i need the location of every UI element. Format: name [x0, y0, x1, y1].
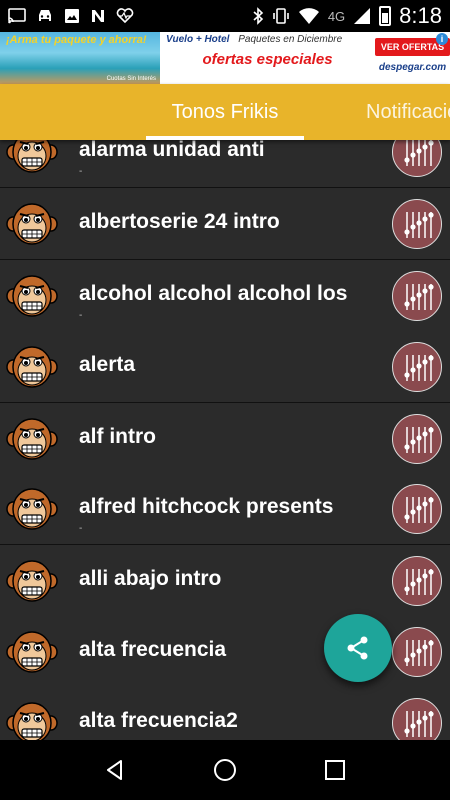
ad-line1-text: Paquetes en Diciembre — [238, 34, 343, 45]
list-item-subtitle: - — [79, 310, 83, 321]
signal-icon — [353, 7, 371, 25]
navigation-bar — [0, 740, 450, 800]
n-icon — [90, 8, 106, 24]
car-icon — [36, 8, 54, 24]
share-icon — [347, 636, 368, 660]
cast-icon — [8, 8, 26, 24]
monkey-icon — [6, 417, 58, 461]
monkey-icon — [6, 630, 58, 674]
tab-bar: Tonos Frikis Notificaciones — [0, 84, 450, 140]
list-item[interactable]: alf intro — [0, 403, 450, 475]
home-icon[interactable] — [205, 750, 245, 790]
list-item[interactable]: alcohol alcohol alcohol los - — [0, 260, 450, 332]
tab-notificaciones[interactable]: Notificaciones — [356, 84, 450, 140]
ad-small-print: Cuotas Sin Interés — [106, 76, 156, 82]
list-item[interactable]: alta frecuencia2 — [0, 687, 450, 740]
list-item-subtitle: - — [79, 523, 83, 534]
equalizer-icon[interactable] — [392, 556, 442, 606]
equalizer-icon[interactable] — [392, 484, 442, 534]
ad-offer: ofertas especiales — [202, 51, 333, 68]
equalizer-icon[interactable] — [392, 199, 442, 249]
ad-brand: despegar.com — [378, 62, 447, 73]
monkey-icon — [6, 274, 58, 318]
ad-info-icon[interactable]: i — [436, 33, 448, 45]
recents-icon[interactable] — [315, 750, 355, 790]
list-item-subtitle: - — [79, 166, 83, 177]
list-item[interactable]: alli abajo intro — [0, 545, 450, 617]
status-bar: 4G 8:18 — [0, 0, 450, 32]
list-item-title: alf intro — [79, 425, 156, 448]
wifi-icon — [298, 7, 320, 25]
monkey-icon — [6, 487, 58, 531]
ad-photo[interactable]: ¡Arma tu paquete y ahorra! Cuotas Sin In… — [0, 32, 160, 84]
vibrate-icon — [272, 7, 290, 25]
list-item-title: alta frecuencia — [79, 638, 227, 661]
ad-line1-brand: Vuelo + Hotel — [166, 34, 230, 45]
list-item[interactable]: albertoserie 24 intro — [0, 188, 450, 260]
back-icon[interactable] — [95, 750, 135, 790]
equalizer-icon[interactable] — [392, 342, 442, 392]
equalizer-icon[interactable] — [392, 627, 442, 677]
list-item-title: alli abajo intro — [79, 567, 222, 590]
ad-middle[interactable]: Vuelo + Hotel Paquetes en Diciembre ofer… — [160, 32, 375, 84]
battery-icon — [379, 6, 392, 26]
list-item-title: alcohol alcohol alcohol los — [79, 282, 348, 305]
list-item[interactable]: alfred hitchcock presents - — [0, 473, 450, 545]
ad-banner[interactable]: ¡Arma tu paquete y ahorra! Cuotas Sin In… — [0, 32, 450, 84]
list-item-title: alfred hitchcock presents — [79, 495, 334, 518]
ad-headline: ¡Arma tu paquete y ahorra! — [6, 34, 147, 46]
list-item-title: alarma unidad anti — [79, 138, 265, 161]
monkey-icon — [6, 202, 58, 246]
list-item-title: albertoserie 24 intro — [79, 210, 280, 233]
equalizer-icon[interactable] — [392, 271, 442, 321]
list-item[interactable]: alerta — [0, 331, 450, 403]
monkey-icon — [6, 345, 58, 389]
ad-line1: Vuelo + Hotel Paquetes en Diciembre — [166, 34, 369, 45]
equalizer-icon[interactable] — [392, 698, 442, 740]
list-item-title: alerta — [79, 353, 136, 376]
monkey-icon — [6, 701, 58, 740]
share-button[interactable] — [324, 614, 392, 682]
heart-monitor-icon — [116, 8, 134, 24]
bluetooth-icon — [252, 7, 264, 25]
tab-tonos-frikis[interactable]: Tonos Frikis — [146, 84, 304, 140]
list-item-title: alta frecuencia2 — [79, 709, 238, 732]
monkey-icon — [6, 559, 58, 603]
screen: 4G 8:18 ¡Arma tu paquete y ahorra! Cuota… — [0, 0, 450, 800]
equalizer-icon[interactable] — [392, 414, 442, 464]
network-type: 4G — [327, 8, 346, 24]
image-icon — [64, 8, 80, 24]
clock: 8:18 — [399, 3, 442, 28]
